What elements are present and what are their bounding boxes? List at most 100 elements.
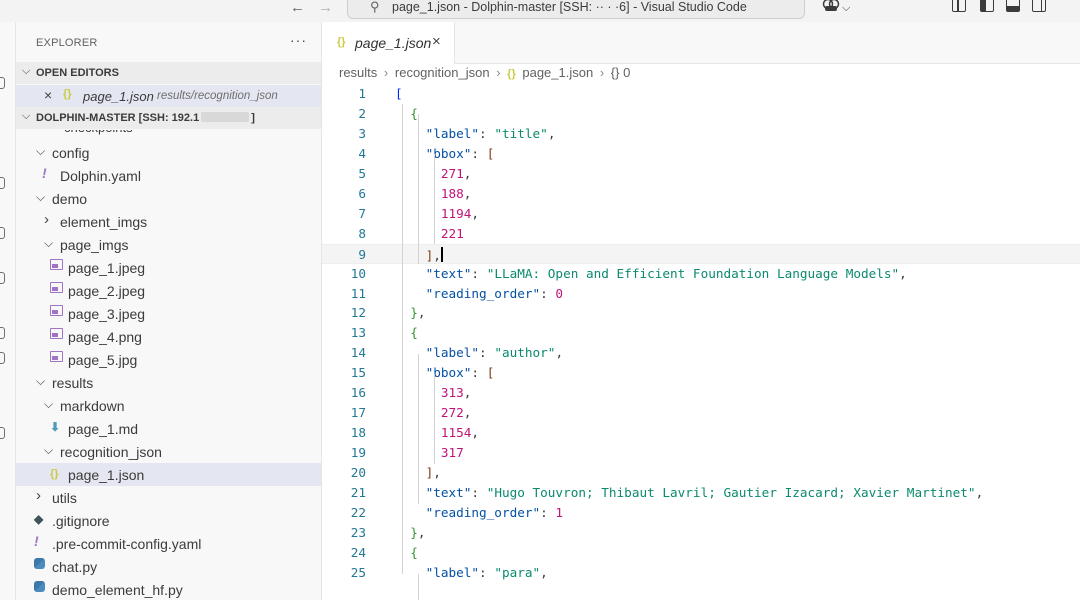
code-line[interactable]: 20 ], <box>322 463 1080 483</box>
chevron-right-icon: › <box>44 211 49 228</box>
activity-bar <box>0 22 16 600</box>
close-icon[interactable]: × <box>432 33 441 50</box>
run-debug-activity-icon[interactable] <box>0 272 5 284</box>
code-token: : <box>471 365 487 381</box>
tree-item-label: recognition_json <box>60 444 162 460</box>
tree-item[interactable]: chat.py <box>16 555 321 578</box>
remote-explorer-activity-icon[interactable] <box>0 327 5 339</box>
line-number: 19 <box>350 445 366 461</box>
code-token: "para" <box>494 564 541 580</box>
tree-item[interactable]: ⌵ results <box>16 371 321 394</box>
tree-item[interactable]: page_1.jpeg <box>16 256 321 279</box>
tree-item[interactable]: ⌵ recognition_json <box>16 440 321 463</box>
code-line[interactable]: 14 "label": "author", <box>322 343 1080 363</box>
python-file-icon <box>34 558 45 572</box>
tree-item[interactable]: ⌵ demo <box>16 187 321 210</box>
code-line[interactable]: 6 188, <box>322 184 1080 204</box>
line-number: 16 <box>350 385 366 401</box>
tab-page-1-json[interactable]: {} page_1.json × <box>322 22 455 64</box>
line-number: 22 <box>350 504 366 520</box>
line-number: 11 <box>350 285 366 301</box>
code-line[interactable]: 22 "reading_order": 1 <box>322 503 1080 523</box>
breadcrumb-symbol[interactable]: {} 0 <box>611 65 631 80</box>
tree-item[interactable]: ⌵ markdown <box>16 394 321 417</box>
code-line[interactable]: 17 272, <box>322 403 1080 423</box>
copilot-icon[interactable]: ⌵ <box>822 0 850 15</box>
tree-item[interactable]: page_2.jpeg <box>16 279 321 302</box>
code-line[interactable]: 2 { <box>322 104 1080 124</box>
code-token: , <box>433 465 441 481</box>
code-line[interactable]: 16 313, <box>322 383 1080 403</box>
open-editors-section[interactable]: ⌵ OPEN EDITORS <box>16 62 321 84</box>
code-line[interactable]: 13 { <box>322 323 1080 343</box>
command-center[interactable]: ⚲ page_1.json - Dolphin-master [SSH: ·· … <box>347 0 805 19</box>
tree-item[interactable]: page_3.jpeg <box>16 302 321 325</box>
code-line[interactable]: 9 ], <box>322 243 1080 264</box>
code-line[interactable]: 18 1154, <box>322 423 1080 443</box>
explorer-sidebar: EXPLORER ··· ⌵ OPEN EDITORS × {} page_1.… <box>16 22 322 600</box>
code-line[interactable]: 7 1194, <box>322 204 1080 224</box>
code-token: "label" <box>425 125 480 141</box>
tree-item[interactable]: ⌵ page_imgs <box>16 233 321 256</box>
code-line[interactable]: 1[ <box>322 84 1080 104</box>
tree-item[interactable]: ◆ .gitignore <box>16 509 321 532</box>
tree-item[interactable]: ⌵ config <box>16 141 321 164</box>
toggle-panel-icon[interactable] <box>1006 0 1020 12</box>
toggle-secondary-sidebar-icon[interactable] <box>1032 0 1046 12</box>
breadcrumb-recognition-json[interactable]: recognition_json <box>395 65 490 80</box>
breadcrumb-results[interactable]: results <box>339 65 377 80</box>
code-editor[interactable]: 1[2 {3 "label": "title", 4 "bbox": [5 271… <box>322 84 1080 600</box>
code-token: 1154 <box>440 425 472 441</box>
code-token: : <box>479 345 495 361</box>
code-line[interactable]: 24 { <box>322 543 1080 563</box>
code-line[interactable]: 4 "bbox": [ <box>322 144 1080 164</box>
code-token: [ <box>486 365 495 381</box>
code-text: "label": "title", <box>395 125 556 141</box>
close-icon[interactable]: × <box>44 87 52 103</box>
open-editor-item[interactable]: × {} page_1.json results/recognition_jso… <box>16 85 321 107</box>
tree-item[interactable]: {} page_1.json <box>16 463 321 486</box>
tree-item-checkpoints[interactable]: checkpoints <box>64 130 133 135</box>
tree-item[interactable]: ! .pre-commit-config.yaml <box>16 532 321 555</box>
code-line[interactable]: 25 "label": "para", <box>322 563 1080 583</box>
code-text: "reading_order": 1 <box>395 504 564 520</box>
forward-arrow-icon[interactable]: → <box>318 0 333 16</box>
code-line[interactable]: 3 "label": "title", <box>322 124 1080 144</box>
tree-item[interactable]: demo_element_hf.py <box>16 578 321 600</box>
code-line[interactable]: 15 "bbox": [ <box>322 363 1080 383</box>
workspace-section[interactable]: ⌵ DOLPHIN-MASTER [SSH: 192.1] <box>16 107 321 129</box>
code-line[interactable]: 23 }, <box>322 523 1080 543</box>
tree-item[interactable]: page_4.png <box>16 325 321 348</box>
tree-item[interactable]: › utils <box>16 486 321 509</box>
line-number: 12 <box>350 305 366 321</box>
code-line[interactable]: 5 271, <box>322 164 1080 184</box>
code-line[interactable]: 12 }, <box>322 303 1080 323</box>
tree-item-label: utils <box>52 490 77 506</box>
code-line[interactable]: 11 "reading_order": 0 <box>322 284 1080 304</box>
source-control-activity-icon[interactable] <box>0 227 5 239</box>
extensions-activity-icon[interactable] <box>0 352 5 364</box>
tree-item[interactable]: ⬇ page_1.md <box>16 417 321 440</box>
code-line[interactable]: 21 "text": "Hugo Touvron; Thibaut Lavril… <box>322 483 1080 503</box>
more-actions-icon[interactable]: ··· <box>290 32 307 48</box>
code-text: "reading_order": 0 <box>395 286 564 301</box>
code-line[interactable]: 19 317 <box>322 443 1080 463</box>
tree-item[interactable]: ! Dolphin.yaml <box>16 164 321 187</box>
code-token: { <box>410 105 418 121</box>
file-tree: checkpoints ⌵config!Dolphin.yaml⌵demo›el… <box>16 130 321 600</box>
breadcrumb-page-1-json[interactable]: page_1.json <box>522 65 593 80</box>
tree-item[interactable]: page_5.jpg <box>16 348 321 371</box>
customize-layout-icon[interactable] <box>952 0 966 12</box>
code-token: : <box>540 504 556 520</box>
code-line[interactable]: 8 221 <box>322 224 1080 244</box>
toggle-primary-sidebar-icon[interactable] <box>980 0 994 12</box>
chevron-right-icon: › <box>36 487 41 504</box>
tree-item[interactable]: › element_imgs <box>16 210 321 233</box>
testing-activity-icon[interactable] <box>0 427 5 439</box>
back-arrow-icon[interactable]: ← <box>290 0 305 16</box>
explorer-activity-icon[interactable] <box>0 77 5 89</box>
code-line[interactable]: 10 "text": "LLaMA: Open and Efficient Fo… <box>322 264 1080 284</box>
search-activity-icon[interactable] <box>0 177 5 189</box>
code-token: 313 <box>440 385 464 401</box>
